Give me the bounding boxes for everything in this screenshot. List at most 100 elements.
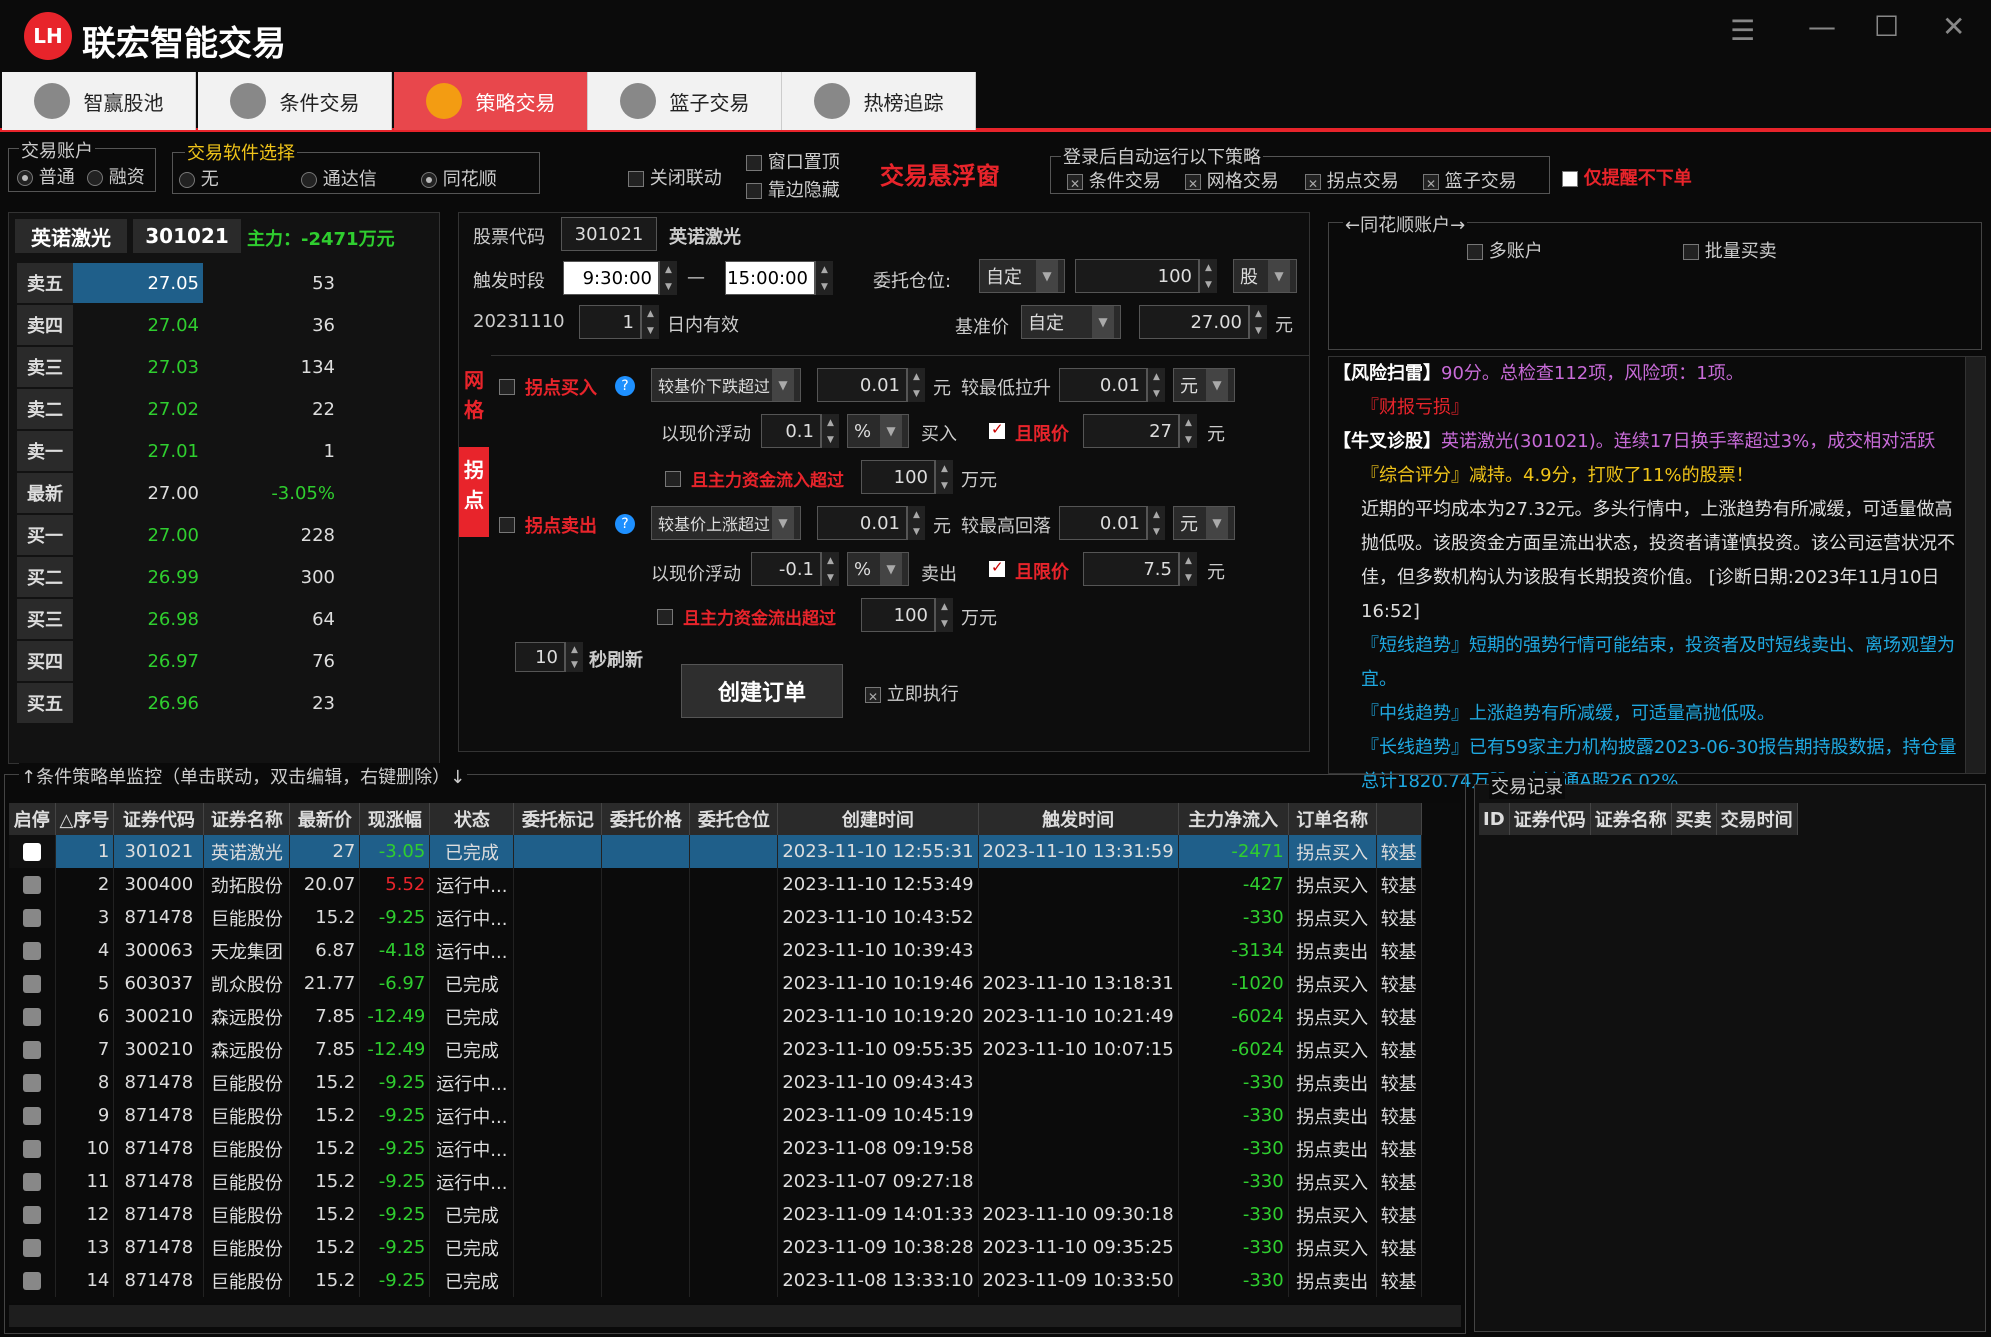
base-price-input[interactable]: 27.00	[1139, 305, 1249, 339]
table-row[interactable]: 2 300400 劲拓股份 20.07 5.52 运行中... 2023-11-10 12:…	[9, 868, 1422, 901]
buy-flow-spinner[interactable]: ▲ ▼	[935, 460, 953, 494]
account-margin-radio[interactable]: 融资	[87, 163, 145, 189]
sell-pullback-unit-select[interactable]: 元 ▼	[1173, 506, 1235, 540]
tab-stock-pool[interactable]: 智赢股池	[2, 72, 196, 130]
enable-checkbox[interactable]	[9, 1198, 56, 1231]
enable-checkbox[interactable]	[9, 1000, 56, 1033]
sell-float-spinner[interactable]: ▲ ▼	[821, 552, 839, 586]
buy-enable-checkbox[interactable]	[499, 376, 515, 397]
enable-checkbox[interactable]	[9, 1033, 56, 1066]
sell-limit-checkbox[interactable]	[989, 558, 1005, 579]
sell-pullback-input[interactable]: 0.01	[1059, 506, 1147, 540]
autorun-conditional-checkbox[interactable]: 条件交易	[1067, 167, 1161, 193]
software-tdx-radio[interactable]: 通达信	[301, 165, 377, 191]
orderbook-row[interactable]: 卖四 27.04 36	[9, 305, 439, 347]
table-row[interactable]: 9 871478 巨能股份 15.2 -9.25 运行中... 2023-11-09 10:…	[9, 1099, 1422, 1132]
tab-turning-point[interactable]: 拐点	[459, 447, 489, 537]
stock-code-input[interactable]: 301021	[561, 217, 657, 251]
minimize-icon[interactable]: —	[1808, 10, 1836, 43]
column-header[interactable]: 证券名称	[203, 803, 291, 835]
trigger-start-spinner[interactable]: ▲ ▼	[659, 261, 677, 295]
valid-days-spinner[interactable]: ▲ ▼	[641, 305, 659, 339]
maximize-icon[interactable]: ☐	[1874, 10, 1899, 43]
buy-flow-checkbox[interactable]	[665, 468, 681, 489]
create-order-button[interactable]: 创建订单	[681, 664, 843, 718]
enable-checkbox[interactable]	[9, 835, 56, 868]
sell-threshold-input[interactable]: 0.01	[817, 506, 907, 540]
column-header[interactable]	[1376, 803, 1422, 835]
column-header[interactable]: 证券代码	[113, 803, 205, 835]
enable-checkbox[interactable]	[9, 1231, 56, 1264]
tab-conditional-trade[interactable]: 条件交易	[198, 72, 392, 130]
quantity-input[interactable]: 100	[1075, 259, 1199, 293]
close-link-checkbox[interactable]: 关闭联动	[628, 164, 722, 190]
orderbook-row[interactable]: 买五 26.96 23	[9, 683, 439, 725]
sell-flow-checkbox[interactable]	[657, 606, 673, 627]
table-row[interactable]: 8 871478 巨能股份 15.2 -9.25 运行中... 2023-11-10 09:…	[9, 1066, 1422, 1099]
column-header[interactable]: 委托标记	[513, 803, 603, 835]
table-row[interactable]: 6 300210 森远股份 7.85 -12.49 已完成 2023-11-10 10:19…	[9, 1000, 1422, 1033]
enable-checkbox[interactable]	[9, 868, 56, 901]
monitor-hscrollbar[interactable]	[9, 1305, 1461, 1327]
buy-float-unit-select[interactable]: % ▼	[847, 414, 909, 448]
orderbook-row[interactable]: 买一 27.00 228	[9, 515, 439, 557]
orderbook-row[interactable]: 买二 26.99 300	[9, 557, 439, 599]
column-header[interactable]: 委托仓位	[689, 803, 779, 835]
table-row[interactable]: 1 301021 英诺激光 27 -3.05 已完成 2023-11-10 12:55:31…	[9, 835, 1422, 868]
tab-strategy-trade[interactable]: 策略交易	[394, 72, 588, 130]
table-row[interactable]: 4 300063 天龙集团 6.87 -4.18 运行中... 2023-11-10 10:…	[9, 934, 1422, 967]
help-icon[interactable]: ?	[615, 514, 635, 534]
window-top-checkbox[interactable]: 窗口置顶	[746, 148, 840, 174]
orderbook-row[interactable]: 卖一 27.01 1	[9, 431, 439, 473]
sell-flow-input[interactable]: 100	[861, 598, 935, 632]
software-ths-radio[interactable]: 同花顺	[421, 165, 497, 191]
table-row[interactable]: 5 603037 凯众股份 21.77 -6.97 已完成 2023-11-10 10:19…	[9, 967, 1422, 1000]
sell-float-input[interactable]: -0.1	[751, 552, 821, 586]
tab-hot-tracking[interactable]: 热榜追踪	[782, 72, 976, 130]
column-header[interactable]: 主力净流入	[1178, 803, 1289, 835]
base-price-mode-select[interactable]: 自定 ▼	[1021, 305, 1121, 339]
sell-float-unit-select[interactable]: % ▼	[847, 552, 909, 586]
column-header[interactable]: ID	[1479, 803, 1510, 835]
edge-hide-checkbox[interactable]: 靠边隐藏	[746, 176, 840, 202]
column-header[interactable]: 触发时间	[978, 803, 1179, 835]
table-row[interactable]: 10 871478 巨能股份 15.2 -9.25 运行中... 2023-11-08 09…	[9, 1132, 1422, 1165]
base-price-spinner[interactable]: ▲ ▼	[1249, 305, 1267, 339]
sell-pullback-spinner[interactable]: ▲ ▼	[1147, 506, 1165, 540]
enable-checkbox[interactable]	[9, 1165, 56, 1198]
refresh-interval-spinner[interactable]: ▲ ▼	[565, 642, 583, 672]
column-header[interactable]: 订单名称	[1288, 803, 1377, 835]
buy-float-input[interactable]: 0.1	[761, 414, 821, 448]
position-mode-select[interactable]: 自定 ▼	[979, 259, 1065, 293]
quantity-spinner[interactable]: ▲ ▼	[1199, 259, 1217, 293]
refresh-interval-input[interactable]: 10	[515, 642, 565, 672]
close-icon[interactable]: ✕	[1942, 10, 1965, 43]
buy-rebound-spinner[interactable]: ▲ ▼	[1147, 368, 1165, 402]
help-icon[interactable]: ?	[615, 376, 635, 396]
column-header[interactable]: 证券代码	[1509, 803, 1591, 835]
execute-now-checkbox[interactable]: 立即执行	[865, 680, 959, 706]
valid-days-input[interactable]: 1	[579, 305, 641, 339]
enable-checkbox[interactable]	[9, 1264, 56, 1297]
float-window-button[interactable]: 交易悬浮窗	[880, 156, 1000, 191]
sell-limit-input[interactable]: 7.5	[1083, 552, 1179, 586]
batch-trade-checkbox[interactable]: 批量买卖	[1683, 237, 1777, 263]
column-header[interactable]: 交易时间	[1716, 803, 1798, 835]
enable-checkbox[interactable]	[9, 901, 56, 934]
buy-float-spinner[interactable]: ▲ ▼	[821, 414, 839, 448]
enable-checkbox[interactable]	[9, 1132, 56, 1165]
tab-basket-trade[interactable]: 篮子交易	[588, 72, 782, 130]
orderbook-row[interactable]: 卖二 27.02 22	[9, 389, 439, 431]
trigger-start-input[interactable]: 9:30:00	[563, 261, 659, 295]
table-row[interactable]: 3 871478 巨能股份 15.2 -9.25 运行中... 2023-11-10 10:…	[9, 901, 1422, 934]
buy-rebound-unit-select[interactable]: 元 ▼	[1173, 368, 1235, 402]
orderbook-row[interactable]: 买三 26.98 64	[9, 599, 439, 641]
buy-limit-input[interactable]: 27	[1083, 414, 1179, 448]
column-header[interactable]: 最新价	[289, 803, 361, 835]
remind-only-checkbox[interactable]: 仅提醒不下单	[1562, 164, 1692, 190]
orderbook-row[interactable]: 卖五 27.05 53	[9, 263, 439, 305]
column-header[interactable]: △序号	[55, 803, 115, 835]
enable-checkbox[interactable]	[9, 1066, 56, 1099]
buy-flow-input[interactable]: 100	[861, 460, 935, 494]
buy-threshold-input[interactable]: 0.01	[817, 368, 907, 402]
